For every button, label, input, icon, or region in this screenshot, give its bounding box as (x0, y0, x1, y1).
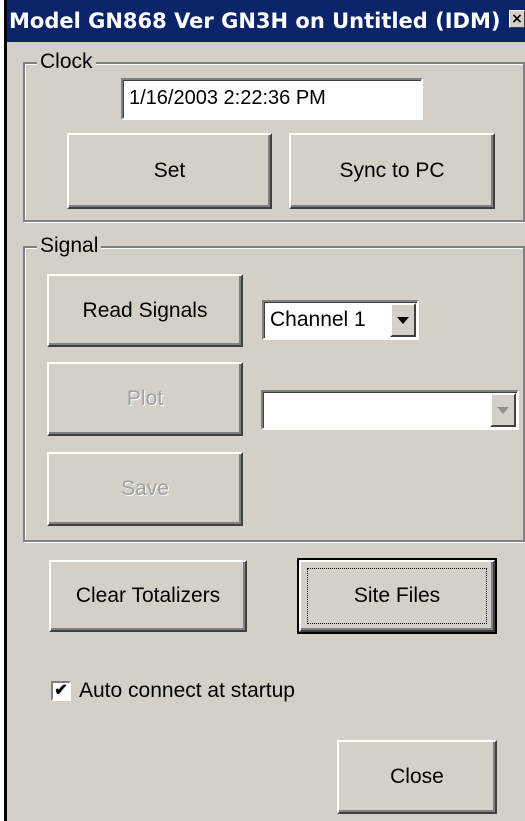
read-signals-button[interactable]: Read Signals (47, 274, 243, 347)
set-button-label: Set (153, 159, 186, 182)
channel-select[interactable]: Channel 1 (262, 300, 419, 340)
dialog-window: Model GN868 Ver GN3H on Untitled (IDM) .… (4, 0, 525, 821)
chevron-down-icon (397, 316, 409, 324)
close-button-label: Close (390, 765, 444, 788)
save-button-label: Save (121, 477, 169, 500)
plot-button[interactable]: Plot (47, 362, 243, 436)
signal-item-dropdown-button[interactable] (490, 393, 516, 427)
close-button[interactable]: Close (337, 740, 497, 814)
close-icon[interactable]: × (509, 10, 525, 28)
read-signals-button-label: Read Signals (82, 298, 208, 322)
sync-to-pc-button[interactable]: Sync to PC (289, 133, 495, 209)
set-button[interactable]: Set (67, 133, 272, 209)
clear-totalizers-button[interactable]: Clear Totalizers (49, 560, 247, 632)
title-bar[interactable]: Model GN868 Ver GN3H on Untitled (IDM) .… (7, 0, 525, 42)
datetime-field[interactable]: 1/16/2003 2:22:36 PM (121, 78, 423, 120)
save-button[interactable]: Save (47, 452, 243, 526)
window-title: Model GN868 Ver GN3H on Untitled (IDM) .… (9, 9, 525, 33)
chevron-down-icon (497, 406, 509, 414)
clear-totalizers-button-label: Clear Totalizers (75, 584, 221, 607)
site-files-button[interactable]: Site Files (297, 558, 497, 634)
sync-to-pc-button-label: Sync to PC (339, 159, 445, 182)
site-files-button-label: Site Files (353, 584, 441, 607)
channel-select-value: Channel 1 (270, 308, 366, 331)
signal-item-select[interactable] (261, 390, 519, 430)
auto-connect-checkbox[interactable]: ✔ (51, 681, 71, 701)
channel-dropdown-button[interactable] (390, 303, 416, 337)
clock-group-label: Clock (37, 50, 96, 74)
signal-group-label: Signal (37, 234, 102, 258)
auto-connect-label[interactable]: Auto connect at startup (79, 679, 295, 703)
plot-button-label: Plot (126, 387, 164, 410)
